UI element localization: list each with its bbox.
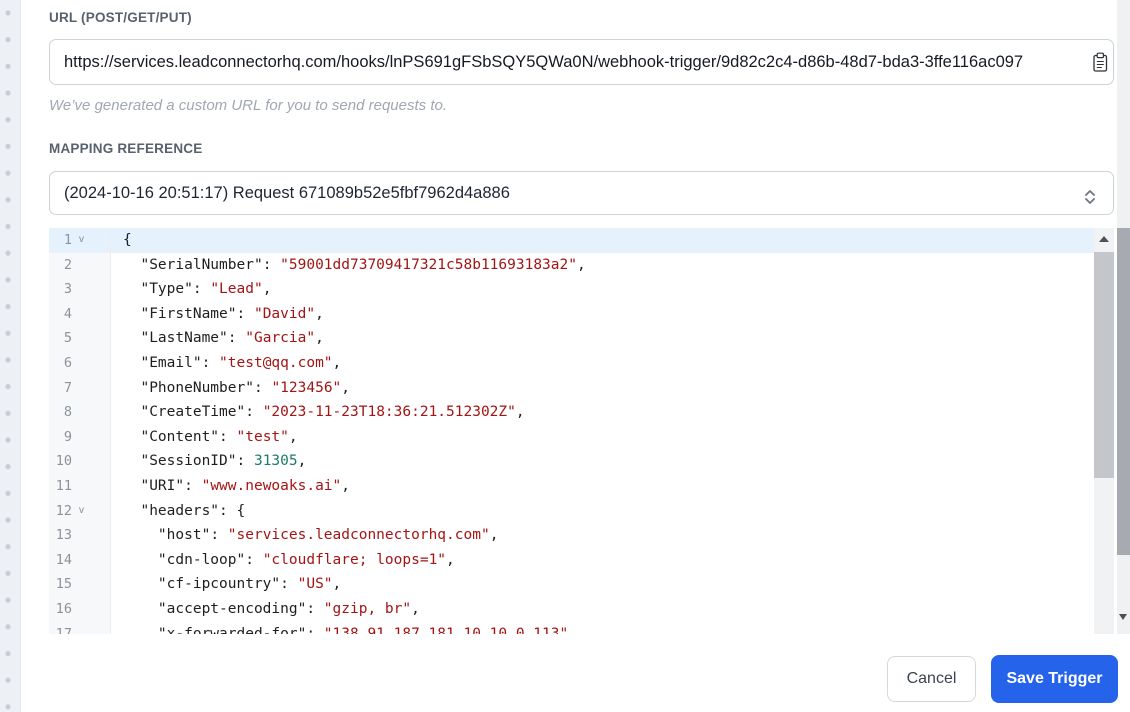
mapping-reference-value: (2024-10-16 20:51:17) Request 671089b52e… bbox=[64, 184, 510, 202]
code-line[interactable]: 16 "accept-encoding": "gzip, br", bbox=[49, 596, 1114, 622]
line-number-gutter: 4 bbox=[49, 301, 111, 327]
line-number-gutter: 12 v bbox=[49, 498, 111, 524]
code-line[interactable]: 3 "Type": "Lead", bbox=[49, 277, 1114, 302]
line-number: 1 bbox=[63, 232, 72, 248]
line-number-gutter: 1v bbox=[49, 228, 111, 253]
line-number-gutter: 11 bbox=[49, 473, 111, 499]
line-number: 13 bbox=[55, 527, 72, 544]
code-line[interactable]: 17 "x-forwarded-for": "138.91.187.181,10… bbox=[49, 621, 1114, 635]
scrollbar-up-arrow-icon[interactable] bbox=[1094, 228, 1114, 250]
line-number: 4 bbox=[63, 305, 72, 322]
line-number: 8 bbox=[63, 404, 72, 421]
cancel-button[interactable]: Cancel bbox=[887, 656, 976, 702]
line-number-gutter: 14 bbox=[49, 547, 111, 573]
code-line-text: "Type": "Lead", bbox=[140, 281, 272, 298]
code-line[interactable]: 12 v "headers": { bbox=[49, 498, 1114, 524]
code-line[interactable]: 2 "SerialNumber": "59001dd73709417321c58… bbox=[49, 252, 1114, 278]
code-line-text: "LastName": "Garcia", bbox=[140, 330, 324, 347]
code-line[interactable]: 4 "FirstName": "David", bbox=[49, 301, 1114, 327]
line-number: 14 bbox=[55, 551, 72, 568]
code-line[interactable]: 7 "PhoneNumber": "123456", bbox=[49, 375, 1114, 401]
code-line[interactable]: 9 "Content": "test", bbox=[49, 424, 1114, 450]
scrollbar-down-arrow-icon[interactable] bbox=[1117, 606, 1130, 630]
code-line-text: "SessionID": 31305, bbox=[140, 453, 307, 470]
code-line[interactable]: 8 "CreateTime": "2023-11-23T18:36:21.512… bbox=[49, 400, 1114, 425]
code-line[interactable]: 11 "URI": "www.newoaks.ai", bbox=[49, 473, 1114, 499]
code-line-text: "x-forwarded-for": "138.91.187.181,10.10… bbox=[157, 625, 577, 635]
line-number: 12 bbox=[55, 502, 72, 519]
code-line-text: "Email": "test@qq.com", bbox=[140, 354, 342, 371]
webhook-url-input[interactable]: https://services.leadconnectorhq.com/hoo… bbox=[49, 39, 1114, 85]
mapping-reference-label: MAPPING REFERENCE bbox=[49, 141, 203, 156]
code-line[interactable]: 5 "LastName": "Garcia", bbox=[49, 326, 1114, 351]
line-number-gutter: 2 bbox=[49, 252, 111, 278]
fold-toggle-icon[interactable]: v bbox=[79, 228, 84, 253]
url-label: URL (POST/GET/PUT) bbox=[49, 10, 192, 25]
mapping-reference-select[interactable]: (2024-10-16 20:51:17) Request 671089b52e… bbox=[49, 171, 1114, 215]
line-number: 17 bbox=[55, 625, 72, 635]
url-helper-text: We’ve generated a custom URL for you to … bbox=[49, 97, 447, 114]
webhook-trigger-panel: URL (POST/GET/PUT) https://services.lead… bbox=[20, 0, 1118, 712]
webhook-url-value: https://services.leadconnectorhq.com/hoo… bbox=[64, 53, 1024, 71]
code-line-text: "cdn-loop": "cloudflare; loops=1", bbox=[157, 551, 455, 568]
code-line-text: "accept-encoding": "gzip, br", bbox=[157, 600, 420, 617]
code-line-text: "SerialNumber": "59001dd73709417321c58b1… bbox=[140, 256, 586, 273]
editor-scrollbar-thumb[interactable] bbox=[1094, 252, 1114, 478]
line-number-gutter: 16 bbox=[49, 596, 111, 622]
line-number-gutter: 10 bbox=[49, 449, 111, 474]
copy-url-icon[interactable] bbox=[1090, 52, 1110, 74]
page-scrollbar[interactable] bbox=[1117, 0, 1130, 634]
save-trigger-button[interactable]: Save Trigger bbox=[991, 655, 1118, 703]
line-number-gutter: 13 bbox=[49, 523, 111, 548]
code-line-text: "Content": "test", bbox=[140, 428, 298, 445]
code-line-text: "host": "services.leadconnectorhq.com", bbox=[157, 527, 499, 544]
code-line[interactable]: 14 "cdn-loop": "cloudflare; loops=1", bbox=[49, 547, 1114, 573]
fold-toggle-icon[interactable]: v bbox=[79, 499, 84, 524]
code-line[interactable]: 6 "Email": "test@qq.com", bbox=[49, 350, 1114, 376]
line-number: 5 bbox=[63, 330, 72, 347]
line-number: 3 bbox=[63, 281, 72, 298]
line-number-gutter: 5 bbox=[49, 326, 111, 351]
code-line[interactable]: 10 "SessionID": 31305, bbox=[49, 449, 1114, 474]
code-line-text: { bbox=[111, 228, 132, 253]
line-number: 16 bbox=[55, 600, 72, 617]
line-number-gutter: 6 bbox=[49, 350, 111, 376]
line-number-gutter: 7 bbox=[49, 375, 111, 401]
code-line-text: "cf-ipcountry": "US", bbox=[157, 576, 342, 593]
chevron-up-down-icon bbox=[1079, 182, 1101, 204]
page-scrollbar-thumb[interactable] bbox=[1117, 228, 1130, 555]
code-line-text: "headers": { bbox=[140, 502, 246, 519]
line-number-gutter: 15 bbox=[49, 572, 111, 597]
line-number: 15 bbox=[55, 576, 72, 593]
line-number: 6 bbox=[63, 354, 72, 371]
line-number: 10 bbox=[55, 453, 72, 470]
line-number: 9 bbox=[63, 428, 72, 445]
editor-scrollbar[interactable] bbox=[1094, 228, 1114, 634]
code-lines-container: 1 v{2 "SerialNumber": "59001dd73709417321… bbox=[49, 228, 1114, 634]
code-line[interactable]: 15 "cf-ipcountry": "US", bbox=[49, 572, 1114, 597]
code-line[interactable]: 13 "host": "services.leadconnectorhq.com… bbox=[49, 523, 1114, 548]
canvas-dot-background bbox=[0, 0, 20, 712]
clipboard-icon bbox=[1092, 52, 1107, 72]
code-line[interactable]: 1 v{ bbox=[49, 228, 1114, 253]
json-code-editor[interactable]: 1 v{2 "SerialNumber": "59001dd73709417321… bbox=[49, 228, 1114, 634]
line-number: 11 bbox=[55, 477, 72, 494]
code-line-text: "CreateTime": "2023-11-23T18:36:21.51230… bbox=[140, 404, 525, 421]
line-number-gutter: 8 bbox=[49, 400, 111, 425]
line-number: 7 bbox=[63, 379, 72, 396]
line-number-gutter: 17 bbox=[49, 621, 111, 635]
code-line-text: "PhoneNumber": "123456", bbox=[140, 379, 351, 396]
code-line-text: "FirstName": "David", bbox=[140, 305, 324, 322]
line-number: 2 bbox=[63, 256, 72, 273]
code-line-text: "URI": "www.newoaks.ai", bbox=[140, 477, 351, 494]
line-number-gutter: 9 bbox=[49, 424, 111, 450]
line-number-gutter: 3 bbox=[49, 277, 111, 302]
